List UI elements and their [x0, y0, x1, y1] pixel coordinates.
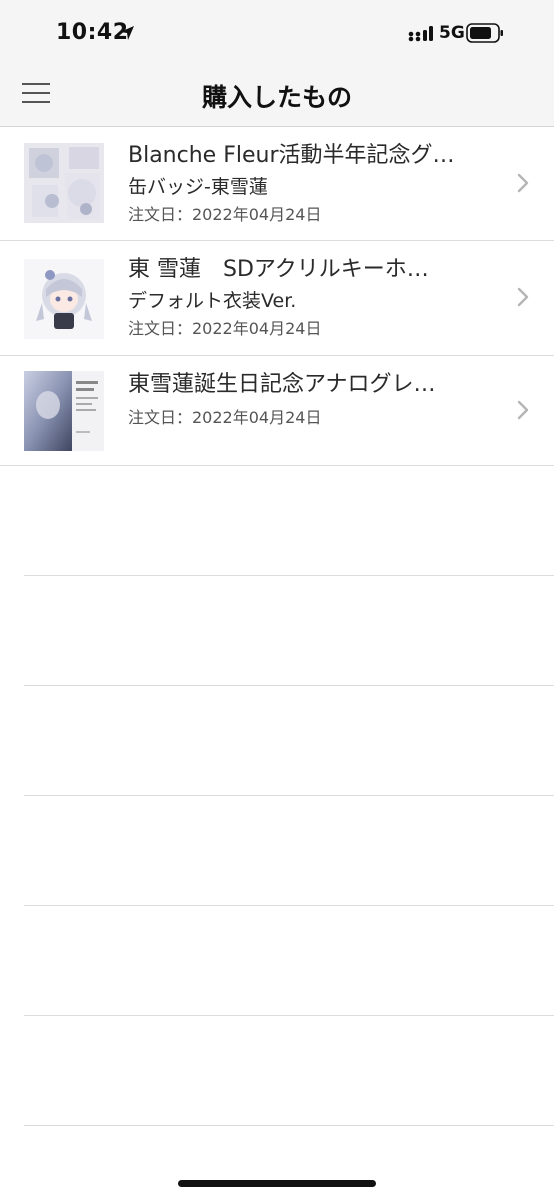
signal-strength-icon: [408, 26, 433, 42]
empty-row: [24, 686, 554, 796]
acrylic-keychain-thumbnail: [24, 259, 104, 339]
order-date: 注文日：2022年04月24日: [128, 408, 322, 427]
chevron-right-icon: [517, 400, 529, 420]
product-image-icon: [24, 371, 104, 451]
empty-row: [24, 1016, 554, 1126]
status-bar: 10:42 5G: [0, 0, 554, 66]
chevron-right-icon: [517, 173, 529, 193]
purchase-list: Blanche Fleur活動半年記念グ… 缶バッジ-東雪蓮 注文日：2022年…: [0, 127, 554, 1126]
item-title: Blanche Fleur活動半年記念グ…: [128, 143, 455, 168]
chevron-right-icon: [517, 287, 529, 307]
birthday-record-thumbnail: [24, 371, 104, 451]
purchase-item[interactable]: Blanche Fleur活動半年記念グ… 缶バッジ-東雪蓮 注文日：2022年…: [0, 127, 554, 241]
item-title: 東 雪蓮 SDアクリルキーホ…: [128, 257, 429, 282]
home-indicator[interactable]: [178, 1180, 376, 1187]
location-arrow-icon: [120, 26, 134, 40]
empty-row: [24, 576, 554, 686]
badge-thumbnail: [24, 143, 104, 223]
page-title: 購入したもの: [201, 83, 352, 112]
order-date: 注文日：2022年04月24日: [128, 319, 322, 338]
product-image-icon: [24, 143, 104, 223]
order-date: 注文日：2022年04月24日: [128, 205, 322, 224]
item-subtitle: 缶バッジ-東雪蓮: [128, 176, 268, 198]
item-subtitle: デフォルト衣装Ver.: [128, 290, 297, 312]
empty-row: [24, 466, 554, 576]
purchase-item[interactable]: 東雪蓮誕生日記念アナログレ… 注文日：2022年04月24日: [0, 356, 554, 466]
empty-row: [24, 906, 554, 1016]
battery-icon: [466, 23, 503, 43]
empty-row: [24, 796, 554, 906]
item-title: 東雪蓮誕生日記念アナログレ…: [128, 372, 436, 397]
network-type: 5G: [439, 23, 465, 43]
product-image-icon: [24, 259, 104, 339]
nav-bar: 購入したもの: [0, 66, 554, 127]
purchase-item[interactable]: 東 雪蓮 SDアクリルキーホ… デフォルト衣装Ver. 注文日：2022年04月…: [0, 241, 554, 356]
